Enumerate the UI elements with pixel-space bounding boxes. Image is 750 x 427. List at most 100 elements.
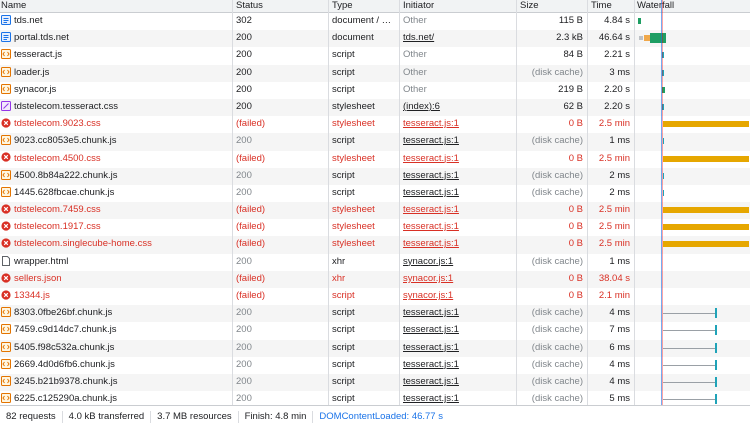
request-waterfall[interactable] [634, 322, 750, 338]
request-row[interactable]: portal.tds.net 200 document tds.net/2.3 kB 4… [0, 30, 750, 48]
waterfall-bar-download[interactable] [650, 33, 666, 44]
request-initiator[interactable]: synacor.js:1 [399, 254, 516, 270]
request-waterfall[interactable] [634, 271, 750, 287]
initiator-link[interactable]: tesseract.js:1 [403, 359, 459, 370]
request-name[interactable]: tdstelecom.9023.css [0, 116, 232, 132]
initiator-link[interactable]: tds.net/ [403, 32, 434, 43]
request-name[interactable]: tdstelecom.1917.css [0, 219, 232, 235]
waterfall-bar[interactable] [663, 172, 664, 179]
request-row[interactable]: tdstelecom.1917.css (failed) stylesheet tes… [0, 219, 750, 236]
request-row[interactable]: 2669.4d0d6fb6.chunk.js 200 script tesseract… [0, 357, 750, 374]
request-waterfall[interactable] [634, 236, 750, 252]
initiator-link[interactable]: tesseract.js:1 [403, 221, 459, 232]
initiator-link[interactable]: tesseract.js:1 [403, 153, 459, 164]
request-waterfall[interactable] [634, 99, 750, 115]
initiator-link[interactable]: tesseract.js:1 [403, 393, 459, 404]
request-initiator[interactable]: tesseract.js:1 [399, 322, 516, 338]
request-initiator[interactable]: synacor.js:1 [399, 288, 516, 304]
request-initiator[interactable]: tds.net/ [399, 30, 516, 46]
request-row[interactable]: 3245.b21b9378.chunk.js 200 script tesseract… [0, 373, 750, 392]
request-initiator[interactable]: tesseract.js:1 [399, 305, 516, 321]
request-row[interactable]: 9023.cc8053e5.chunk.js 200 script tesseract… [0, 133, 750, 151]
request-waterfall[interactable] [634, 254, 750, 270]
request-name[interactable]: 13344.js [0, 288, 232, 304]
waterfall-bar-stalled[interactable] [663, 364, 715, 366]
request-name[interactable]: synacor.js [0, 82, 232, 98]
request-row[interactable]: 5405.f98c532a.chunk.js 200 script tesseract… [0, 339, 750, 357]
column-header-waterfall[interactable]: Waterfall [634, 0, 750, 12]
request-row[interactable]: tesseract.js 200 script Other 84 B 2.21 s [0, 47, 750, 64]
request-name[interactable]: 2669.4d0d6fb6.chunk.js [0, 357, 232, 373]
request-waterfall[interactable] [634, 65, 750, 81]
request-row[interactable]: tdstelecom.singlecube-home.css (failed) st… [0, 236, 750, 254]
request-name[interactable]: 8303.0fbe26bf.chunk.js [0, 305, 232, 321]
waterfall-bar[interactable] [715, 359, 717, 370]
request-name[interactable]: tdstelecom.4500.css [0, 151, 232, 167]
request-waterfall[interactable] [634, 305, 750, 321]
request-waterfall[interactable] [634, 116, 750, 132]
column-header-size[interactable]: Size [516, 0, 587, 12]
request-name[interactable]: portal.tds.net [0, 30, 232, 46]
waterfall-bar[interactable] [663, 121, 749, 128]
request-waterfall[interactable] [634, 82, 750, 98]
request-name[interactable]: 5405.f98c532a.chunk.js [0, 340, 232, 356]
waterfall-bar-stalled[interactable] [663, 381, 715, 383]
column-divider[interactable] [232, 0, 233, 405]
request-row[interactable]: 7459.c9d14dc7.chunk.js 200 script tesseract… [0, 322, 750, 339]
request-name[interactable]: tesseract.js [0, 47, 232, 63]
waterfall-bar[interactable] [663, 241, 749, 248]
column-divider[interactable] [587, 0, 588, 405]
request-row[interactable]: sellers.json (failed) xhr synacor.js:1 0 B 38… [0, 270, 750, 288]
initiator-link[interactable]: tesseract.js:1 [403, 135, 459, 146]
waterfall-bar[interactable] [663, 155, 749, 162]
initiator-link[interactable]: tesseract.js:1 [403, 342, 459, 353]
request-initiator[interactable]: tesseract.js:1 [399, 133, 516, 149]
request-row[interactable]: wrapper.html 200 xhr synacor.js:1 (disk cach… [0, 254, 750, 271]
request-name[interactable]: tdstelecom.singlecube-home.css [0, 236, 232, 252]
initiator-link[interactable]: tesseract.js:1 [403, 204, 459, 215]
request-waterfall[interactable] [634, 357, 750, 373]
request-row[interactable]: tdstelecom.tesseract.css 200 stylesheet (in… [0, 98, 750, 117]
waterfall-bar[interactable] [715, 325, 717, 336]
request-initiator[interactable]: tesseract.js:1 [399, 116, 516, 132]
request-waterfall[interactable] [634, 219, 750, 235]
request-initiator[interactable]: tesseract.js:1 [399, 202, 516, 218]
request-initiator[interactable]: synacor.js:1 [399, 271, 516, 287]
request-row[interactable]: 4500.8b84a222.chunk.js 200 script tesseract… [0, 167, 750, 185]
initiator-link[interactable]: synacor.js:1 [403, 273, 453, 284]
initiator-link[interactable]: synacor.js:1 [403, 290, 453, 301]
request-row[interactable]: tdstelecom.7459.css (failed) stylesheet tes… [0, 202, 750, 220]
request-initiator[interactable]: tesseract.js:1 [399, 168, 516, 184]
request-initiator[interactable]: tesseract.js:1 [399, 151, 516, 167]
column-header-name[interactable]: Name [0, 0, 232, 12]
request-waterfall[interactable] [634, 288, 750, 304]
waterfall-bar-queue[interactable] [639, 36, 643, 41]
request-row[interactable]: 13344.js (failed) script synacor.js:1 0 B 2.1… [0, 288, 750, 305]
initiator-link[interactable]: synacor.js:1 [403, 256, 453, 267]
waterfall-bar[interactable] [715, 376, 717, 387]
request-waterfall[interactable] [634, 13, 750, 29]
request-name[interactable]: tds.net [0, 13, 232, 29]
initiator-link[interactable]: (index):6 [403, 101, 440, 112]
request-waterfall[interactable] [634, 185, 750, 201]
waterfall-bar[interactable] [663, 138, 664, 145]
column-header-initiator[interactable]: Initiator [399, 0, 516, 12]
request-initiator[interactable]: tesseract.js:1 [399, 219, 516, 235]
column-header-status[interactable]: Status [232, 0, 328, 12]
initiator-link[interactable]: tesseract.js:1 [403, 170, 459, 181]
request-initiator[interactable]: tesseract.js:1 [399, 185, 516, 201]
waterfall-bar[interactable] [638, 18, 641, 24]
request-name[interactable]: loader.js [0, 65, 232, 81]
column-header-time[interactable]: Time [587, 0, 634, 12]
waterfall-bar[interactable] [663, 224, 749, 231]
request-name[interactable]: tdstelecom.7459.css [0, 202, 232, 218]
request-row[interactable]: loader.js 200 script Other (disk cache) 3 ms [0, 64, 750, 82]
request-name[interactable]: tdstelecom.tesseract.css [0, 99, 232, 115]
request-name[interactable]: sellers.json [0, 271, 232, 287]
initiator-link[interactable]: tesseract.js:1 [403, 324, 459, 335]
initiator-link[interactable]: tesseract.js:1 [403, 307, 459, 318]
request-name[interactable]: 7459.c9d14dc7.chunk.js [0, 322, 232, 338]
initiator-link[interactable]: tesseract.js:1 [403, 118, 459, 129]
initiator-link[interactable]: tesseract.js:1 [403, 376, 459, 387]
request-row[interactable]: tds.net 302 document / R... Other 115 B 4.84 … [0, 13, 750, 30]
